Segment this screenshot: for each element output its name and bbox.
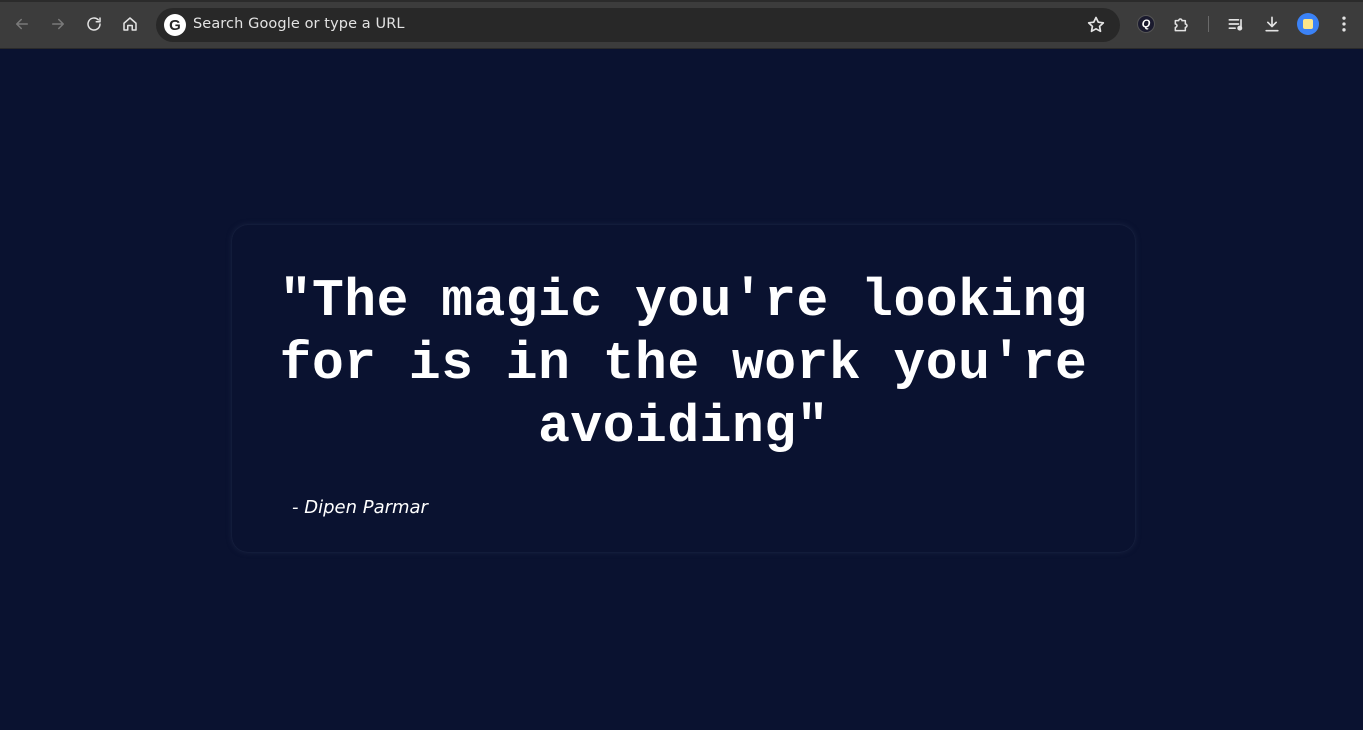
omnibox[interactable]: G Search Google or type a URL [156, 8, 1120, 42]
back-arrow-icon [16, 18, 28, 30]
q-extension-button[interactable]: Q [1134, 12, 1158, 36]
downloads-button[interactable] [1260, 12, 1284, 36]
kebab-menu-icon [1342, 16, 1346, 32]
forward-button[interactable] [44, 10, 72, 38]
reload-icon [87, 17, 101, 31]
home-icon [123, 17, 137, 31]
browser-toolbar: G Search Google or type a URL Q [0, 0, 1363, 49]
quote-author: - Dipen Parmar [292, 497, 428, 518]
reload-button[interactable] [80, 10, 108, 38]
profile-button[interactable] [1296, 12, 1320, 36]
puzzle-icon [1174, 18, 1188, 32]
quote-text: "The magic you're looking for is in the … [279, 271, 1088, 457]
star-icon[interactable] [1086, 15, 1106, 35]
quote-card: "The magic you're looking for is in the … [232, 225, 1135, 552]
tabstrip-edge [0, 0, 1363, 2]
menu-button[interactable] [1332, 12, 1356, 36]
google-logo-icon: G [164, 14, 186, 36]
omnibox-placeholder[interactable]: Search Google or type a URL [193, 16, 405, 32]
back-button[interactable] [8, 10, 36, 38]
forward-arrow-icon [52, 18, 64, 30]
q-extension-icon: Q [1137, 15, 1155, 33]
toolbar-separator [1208, 16, 1209, 32]
reading-list-icon [1228, 19, 1243, 31]
reading-list-button[interactable] [1224, 12, 1248, 36]
home-button[interactable] [116, 10, 144, 38]
extensions-button[interactable] [1170, 12, 1194, 36]
download-icon [1265, 16, 1279, 32]
avatar [1297, 13, 1319, 35]
